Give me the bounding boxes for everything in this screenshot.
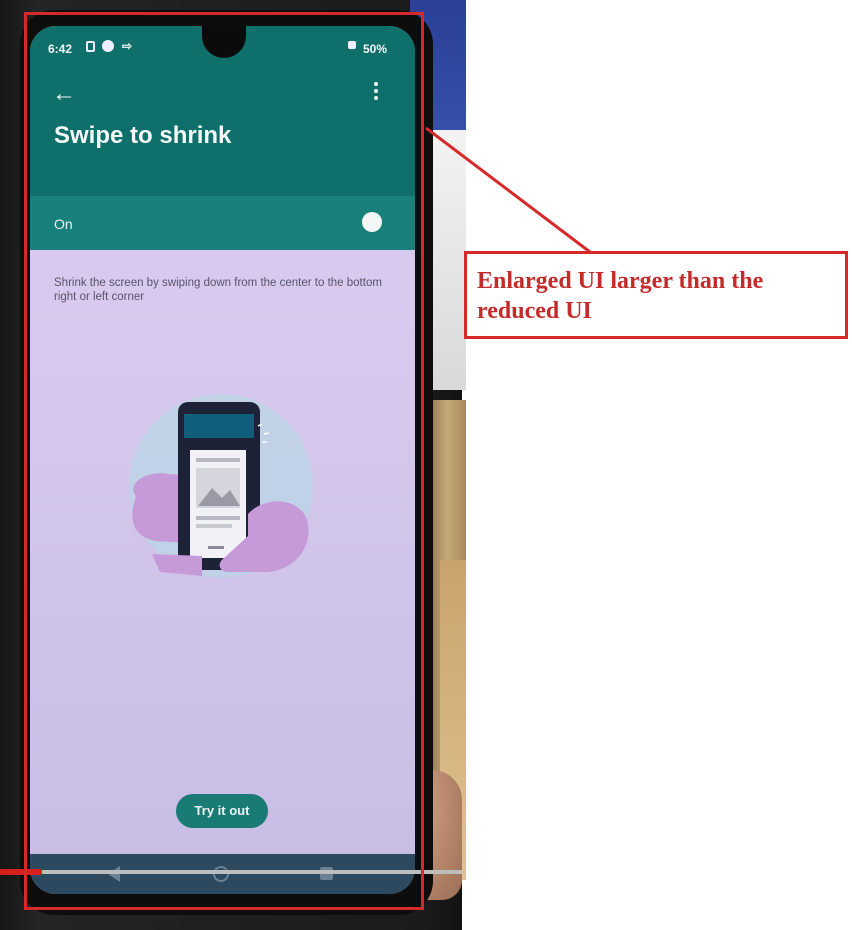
annotation-callout: Enlarged UI larger than the reduced UI <box>464 251 848 339</box>
highlight-box <box>24 12 424 910</box>
annotation-text: Enlarged UI larger than the reduced UI <box>477 268 764 324</box>
